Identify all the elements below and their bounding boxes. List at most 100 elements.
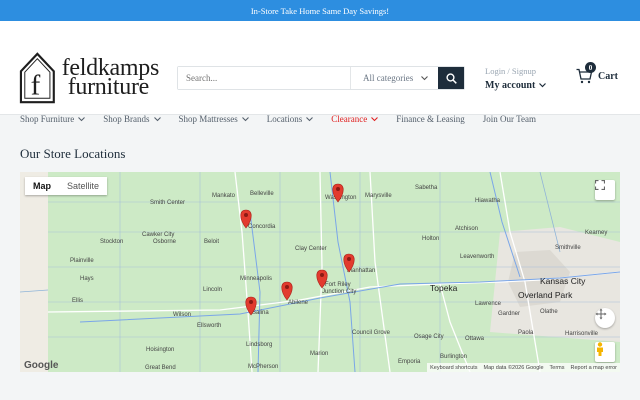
map-label: Hays xyxy=(80,276,94,282)
satellite-tab[interactable]: Satellite xyxy=(59,177,107,195)
page-title: Our Store Locations xyxy=(20,146,126,161)
map-label: Marion xyxy=(310,351,328,357)
nav-shop-brands[interactable]: Shop Brands xyxy=(103,114,161,124)
map-label: Topeka xyxy=(430,283,458,293)
map-label: Emporia xyxy=(398,359,421,365)
map-label: Hiawatha xyxy=(475,198,501,204)
map-tab[interactable]: Map xyxy=(25,177,59,195)
nav-label: Finance & Leasing xyxy=(396,114,465,124)
map-label: Wilson xyxy=(173,312,191,318)
promo-text: In-Store Take Home Same Day Savings! xyxy=(250,5,390,16)
login-signup-link[interactable]: Login / Signup xyxy=(485,66,546,76)
google-logo: Google xyxy=(24,360,59,371)
pan-arrows-icon xyxy=(595,308,607,320)
map-label: Fort Riley xyxy=(325,282,351,288)
map-label: Ottawa xyxy=(465,336,485,342)
map-label: Smithville xyxy=(555,245,581,251)
map-label: Plainville xyxy=(70,258,94,264)
nav-label: Clearance xyxy=(331,114,368,124)
map-label: Mankato xyxy=(212,193,236,199)
map-label: Gardner xyxy=(498,311,520,317)
site-header: f feldkamps furniture All categories Log… xyxy=(0,21,640,124)
map-label: Kansas City xyxy=(540,276,586,286)
cart-button[interactable]: 0 Cart xyxy=(576,62,618,84)
chevron-down-icon xyxy=(539,83,547,88)
map-label: Clay Center xyxy=(295,246,327,252)
map-label: Paola xyxy=(518,330,534,336)
cart-label: Cart xyxy=(598,70,618,82)
nav-label: Shop Brands xyxy=(103,114,150,124)
map-label: Hoisington xyxy=(146,347,174,353)
chevron-down-icon xyxy=(421,75,428,80)
map-label: Smith Center xyxy=(150,200,185,206)
nav-join-our-team[interactable]: Join Our Team xyxy=(483,114,536,124)
map-label: Minneapolis xyxy=(240,276,272,282)
map-label: Olathe xyxy=(540,309,558,315)
search-input[interactable] xyxy=(178,67,350,89)
terms-link[interactable]: Terms xyxy=(550,365,565,371)
nav-locations[interactable]: Locations xyxy=(267,114,314,124)
main-nav: Shop Furniture Shop Brands Shop Mattress… xyxy=(20,114,554,124)
fullscreen-button[interactable] xyxy=(595,180,615,200)
map-data-text: Map data ©2026 Google xyxy=(483,364,544,371)
fullscreen-icon xyxy=(595,180,605,190)
map-label: Harrisonville xyxy=(565,331,599,337)
map-canvas[interactable]: Washington Marysville Sabetha Hiawatha A… xyxy=(20,172,620,372)
logo-line2: furniture xyxy=(67,74,150,100)
map-label: Salina xyxy=(252,310,269,316)
my-account-label: My account xyxy=(485,80,536,91)
nav-label: Shop Mattresses xyxy=(178,114,238,124)
map-label: Marysville xyxy=(365,193,392,199)
report-error-link[interactable]: Report a map error xyxy=(571,365,617,371)
map-label: Burlington xyxy=(440,354,467,360)
map-label: Council Grove xyxy=(352,330,391,336)
map-label: Lincoln xyxy=(203,287,222,293)
map-label: Abilene xyxy=(288,300,309,306)
map-label: McPherson xyxy=(248,364,278,370)
map-label: Sabetha xyxy=(415,185,438,191)
map-label: Overland Park xyxy=(518,290,573,300)
my-account-dropdown[interactable]: My account xyxy=(485,80,547,91)
map-label: Lawrence xyxy=(475,301,502,307)
map-label: Stockton xyxy=(100,239,123,245)
nav-label: Locations xyxy=(266,114,303,124)
keyboard-shortcuts-link[interactable]: Keyboard shortcuts xyxy=(430,365,477,371)
category-select-label: All categories xyxy=(363,73,414,83)
map-label: Cawker City xyxy=(142,232,174,238)
logo[interactable]: f feldkamps furniture xyxy=(19,51,159,105)
map-label: Great Bend xyxy=(145,365,176,371)
map-label: Ellis xyxy=(72,298,83,304)
map-label: Belleville xyxy=(250,191,274,197)
promo-bar: In-Store Take Home Same Day Savings! xyxy=(0,0,640,21)
pegman-icon xyxy=(597,342,603,356)
map-label: Junction City xyxy=(322,289,356,295)
search-button[interactable] xyxy=(438,67,464,89)
nav-shop-furniture[interactable]: Shop Furniture xyxy=(20,114,86,124)
nav-finance-leasing[interactable]: Finance & Leasing xyxy=(396,114,464,124)
map-label: Beloit xyxy=(204,239,219,245)
account-menu[interactable]: Login / Signup My account xyxy=(485,66,547,91)
chevron-down-icon xyxy=(78,116,86,121)
logo-wordmark: feldkamps furniture xyxy=(62,56,160,100)
map-attribution: Keyboard shortcuts Map data ©2026 Google… xyxy=(427,363,620,372)
street-view-pegman[interactable] xyxy=(595,342,615,362)
map-label: Osborne xyxy=(153,239,177,245)
chevron-down-icon xyxy=(241,116,249,121)
chevron-down-icon xyxy=(153,116,161,121)
map-label: Concordia xyxy=(248,224,276,230)
map-label: Osage City xyxy=(414,334,444,340)
map-pan-control[interactable] xyxy=(595,308,615,328)
cart-count-badge: 0 xyxy=(585,62,596,73)
nav-shop-mattresses[interactable]: Shop Mattresses xyxy=(179,114,249,124)
map-label: Ellsworth xyxy=(197,323,221,329)
nav-label: Shop Furniture xyxy=(20,114,75,124)
store-locations-map[interactable]: Washington Marysville Sabetha Hiawatha A… xyxy=(20,172,620,372)
nav-label: Join Our Team xyxy=(482,114,536,124)
chevron-down-icon xyxy=(306,116,314,121)
map-label: Kearney xyxy=(585,230,607,236)
nav-clearance[interactable]: Clearance xyxy=(331,114,379,124)
map-type-toggle: Map Satellite xyxy=(25,177,108,195)
category-select[interactable]: All categories xyxy=(350,67,438,89)
svg-text:f: f xyxy=(31,69,41,101)
map-label: Lindsborg xyxy=(246,342,272,348)
